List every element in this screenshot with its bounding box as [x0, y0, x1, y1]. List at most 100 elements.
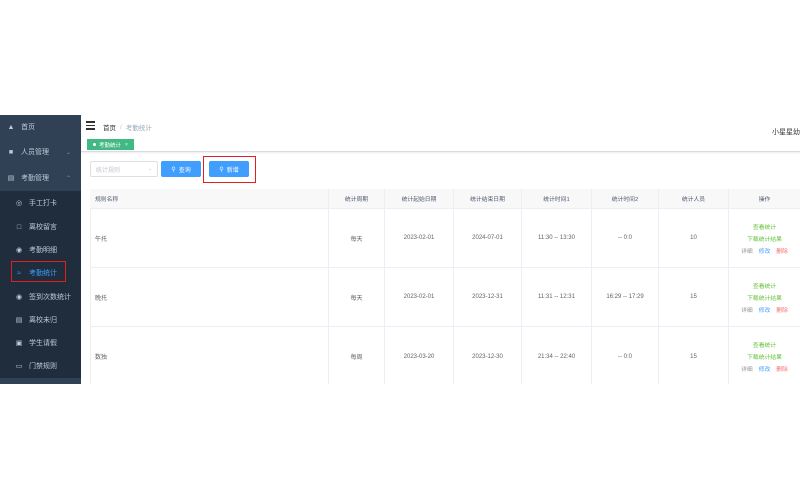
tab-attendance-stats[interactable]: 考勤统计 × [87, 139, 134, 150]
query-button[interactable]: ⚲ 查询 [161, 161, 201, 177]
add-button[interactable]: ⚲ 新增 [209, 161, 249, 177]
sidebar-item-label: 考勤明细 [29, 247, 57, 254]
rule-select-placeholder: 统计规则 [96, 167, 121, 174]
close-icon[interactable]: × [125, 142, 128, 148]
app-window: ▲ 首页 ■ 人员管理 ⌄ ▤ 考勤管理 ⌃ ◎ 手工打卡 □ 离校留言 ◉ 考… [0, 115, 800, 384]
cell-end-date: 2023-12-30 [454, 327, 522, 384]
sidebar-subitem-leave-message[interactable]: □ 离校留言 [0, 215, 81, 239]
view-stats-link[interactable]: 查看统计 [753, 220, 776, 232]
cell-operations: 查看统计 下载统计结果 详细 修改 删除 [729, 209, 800, 267]
cell-rule-name: 晚托 [90, 268, 329, 326]
sidebar-item-label: 人员管理 [21, 149, 49, 156]
table-row: 晚托 每天 2023-02-01 2023-12-31 11:31 -- 12:… [90, 268, 800, 327]
sidebar-item-label: 签到次数统计 [29, 294, 71, 301]
detail-link[interactable]: 详细 [741, 305, 753, 314]
sidebar: ▲ 首页 ■ 人员管理 ⌄ ▤ 考勤管理 ⌃ ◎ 手工打卡 □ 离校留言 ◉ 考… [0, 115, 81, 384]
cell-time2: -- 0:0 [592, 209, 659, 267]
table-row: 午托 每天 2023-02-01 2024-07-01 11:30 -- 13:… [90, 209, 800, 268]
cell-time2: 16:29 -- 17:29 [592, 268, 659, 326]
sidebar-item-label: 门禁规则 [29, 363, 57, 370]
sidebar-item-label: 学生请假 [29, 340, 57, 347]
breadcrumb-current: 考勤统计 [125, 125, 152, 132]
detail-link[interactable]: 详细 [741, 246, 753, 255]
header-cell: 统计结束日期 [454, 189, 522, 208]
cell-people: 15 [659, 268, 729, 326]
cell-operations: 查看统计 下载统计结果 详细 修改 删除 [729, 327, 800, 384]
sidebar-item-label: 考勤统计 [29, 270, 57, 277]
delete-link[interactable]: 删除 [776, 364, 788, 373]
breadcrumb-home[interactable]: 首页 [103, 122, 116, 132]
chart-icon: ≈ [17, 269, 21, 277]
search-icon: ⚲ [219, 166, 224, 173]
sidebar-subitem-access-rules[interactable]: ▭ 门禁规则 [0, 354, 81, 378]
header-cell: 统计周期 [329, 189, 385, 208]
search-icon: ⚲ [171, 166, 176, 173]
cell-period: 每天 [329, 209, 385, 267]
view-stats-link[interactable]: 查看统计 [753, 339, 776, 351]
door-icon: ▭ [15, 363, 23, 370]
edit-link[interactable]: 修改 [759, 305, 771, 314]
sidebar-subitem-attendance-stats[interactable]: ≈ 考勤统计 [0, 261, 81, 285]
sidebar-item-label: 首页 [21, 124, 35, 131]
sidebar-subitem-attendance-detail[interactable]: ◉ 考勤明细 [0, 238, 81, 262]
cell-time2: -- 0:0 [592, 327, 659, 384]
sidebar-item-label: 离校留言 [29, 224, 57, 231]
cell-start-date: 2023-02-01 [385, 268, 454, 326]
cell-time1: 21:34 -- 22:40 [522, 327, 592, 384]
cell-period: 每天 [329, 268, 385, 326]
navbar: 首页 / 考勤统计 小星星幼 [81, 115, 800, 137]
detail-link[interactable]: 详细 [741, 364, 753, 373]
download-stats-link[interactable]: 下载统计结果 [747, 351, 782, 363]
cell-time1: 11:30 -- 13:30 [522, 209, 592, 267]
location-icon: ◉ [15, 247, 23, 254]
cell-rule-name: 数独 [90, 327, 329, 384]
exit-icon: ▤ [15, 317, 23, 324]
cell-time1: 11:31 -- 12:31 [522, 268, 592, 326]
table-header: 规则名称 统计周期 统计起始日期 统计结束日期 统计时间1 统计时间2 统计人员… [90, 189, 800, 209]
rule-select[interactable]: 统计规则 ⌄ [90, 161, 158, 177]
sidebar-item-label: 考勤管理 [21, 175, 49, 182]
sidebar-item-attendance[interactable]: ▤ 考勤管理 ⌃ [0, 166, 81, 190]
tab-label: 考勤统计 [99, 142, 122, 149]
header-cell: 统计人员 [659, 189, 729, 208]
edit-link[interactable]: 修改 [759, 364, 771, 373]
chevron-up-icon: ⌃ [65, 175, 71, 182]
sidebar-item-label: 手工打卡 [29, 200, 57, 207]
sidebar-subitem-manual-clock[interactable]: ◎ 手工打卡 [0, 191, 81, 215]
header-cell: 操作 [758, 197, 771, 203]
user-name[interactable]: 小星星幼 [772, 127, 800, 137]
breadcrumb: 首页 / 考勤统计 [103, 122, 152, 133]
view-stats-link[interactable]: 查看统计 [753, 279, 776, 291]
cell-rule-name: 午托 [90, 209, 329, 267]
cell-people: 10 [659, 209, 729, 267]
query-button-label: 查询 [178, 167, 191, 174]
hamburger-icon[interactable] [86, 121, 95, 130]
header-cell: 统计时间2 [592, 189, 659, 208]
cell-end-date: 2023-12-31 [454, 268, 522, 326]
sidebar-item-personnel[interactable]: ■ 人员管理 ⌄ [0, 140, 81, 164]
count-icon: ◉ [15, 294, 23, 301]
sidebar-subitem-student-leave[interactable]: ▣ 学生请假 [0, 331, 81, 355]
tags-view: 考勤统计 × [81, 137, 800, 152]
dashboard-icon: ▲ [7, 123, 15, 131]
active-dot-icon [93, 143, 96, 146]
user-icon: ■ [8, 148, 14, 156]
sidebar-subitem-not-returned[interactable]: ▤ 离校未归 [0, 308, 81, 332]
table-row: 数独 每周 2023-03-20 2023-12-30 21:34 -- 22:… [90, 327, 800, 384]
cell-end-date: 2024-07-01 [454, 209, 522, 267]
message-icon: □ [16, 223, 22, 231]
chevron-down-icon: ⌄ [65, 149, 71, 156]
sidebar-item-label: 离校未归 [29, 317, 57, 324]
calendar-icon: ▤ [7, 175, 15, 182]
download-stats-link[interactable]: 下载统计结果 [747, 232, 782, 244]
download-stats-link[interactable]: 下载统计结果 [747, 291, 782, 303]
delete-link[interactable]: 删除 [776, 246, 788, 255]
edit-link[interactable]: 修改 [759, 246, 771, 255]
delete-link[interactable]: 删除 [776, 305, 788, 314]
sidebar-item-home[interactable]: ▲ 首页 [0, 115, 81, 139]
breadcrumb-separator: / [120, 123, 122, 131]
cell-start-date: 2023-02-01 [385, 209, 454, 267]
sidebar-subitem-checkin-count[interactable]: ◉ 签到次数统计 [0, 285, 81, 309]
header-cell: 统计时间1 [522, 189, 592, 208]
cell-period: 每周 [329, 327, 385, 384]
